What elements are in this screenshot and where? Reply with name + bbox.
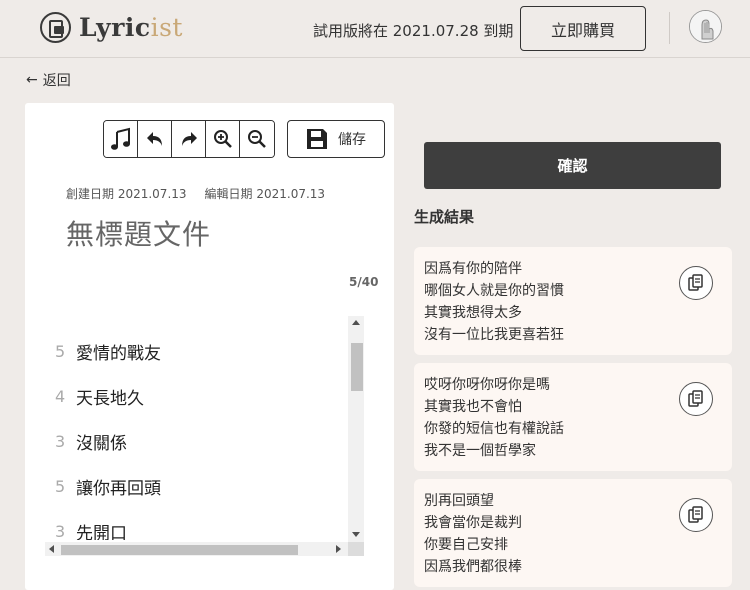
result-lines: 哎呀你呀你呀你是嗎 其實我也不會怕 你發的短信也有權說話 我不是一個哲學家 xyxy=(424,374,564,462)
syllable-count: 5 xyxy=(55,477,66,496)
trial-notice: 試用版將在 2021.07.28 到期 xyxy=(313,22,514,40)
logo-text-accent: ist xyxy=(150,13,183,42)
result-lines: 別再回頭望 我會當你是裁判 你要自己安排 因爲我們都很棒 xyxy=(424,490,522,578)
result-line: 我不是一個哲學家 xyxy=(424,443,536,459)
created-date: 創建日期 2021.07.13 xyxy=(66,187,187,201)
lyric-text: 讓你再回頭 xyxy=(76,479,161,499)
syllable-count: 3 xyxy=(55,432,66,451)
lyric-text: 沒關係 xyxy=(76,434,127,454)
save-button[interactable]: 儲存 xyxy=(287,120,385,158)
copy-button[interactable] xyxy=(679,498,713,532)
scroll-up-icon[interactable] xyxy=(352,320,360,325)
zoom-in-icon xyxy=(213,130,232,148)
redo-button[interactable] xyxy=(172,121,206,157)
logo-text-main: Lyric xyxy=(79,13,151,42)
result-card: 哎呀你呀你呀你是嗎 其實我也不會怕 你發的短信也有權說話 我不是一個哲學家 xyxy=(414,363,732,471)
line-counter: 5/40 xyxy=(349,275,379,289)
horizontal-scroll-thumb[interactable] xyxy=(61,545,298,555)
syllable-count: 3 xyxy=(55,522,66,540)
result-line: 其實我也不會怕 xyxy=(424,399,522,415)
result-line: 哎呀你呀你呀你是嗎 xyxy=(424,377,550,393)
document-title[interactable]: 無標題文件 xyxy=(66,213,211,253)
app-header: Lyricist 試用版將在 2021.07.28 到期 立即購買 xyxy=(0,0,750,58)
syllable-count: 5 xyxy=(55,342,66,361)
arrow-left-icon: ← xyxy=(26,72,38,88)
zoom-out-button[interactable] xyxy=(240,121,274,157)
copy-icon xyxy=(688,390,703,407)
editor-toolbar xyxy=(103,120,275,158)
lyrics-list[interactable]: 5 愛情的戰友 4 天長地久 3 沒關係 5 讓你再回頭 3 先開口 xyxy=(45,316,364,556)
editor-panel: 儲存 創建日期 2021.07.13 編輯日期 2021.07.13 無標題文件… xyxy=(25,103,394,590)
result-line: 別再回頭望 xyxy=(424,493,494,509)
save-icon xyxy=(307,129,327,149)
scroll-left-icon[interactable] xyxy=(49,545,54,553)
horizontal-scrollbar[interactable] xyxy=(45,542,348,556)
lyric-text: 天長地久 xyxy=(76,389,144,409)
edited-date: 編輯日期 2021.07.13 xyxy=(204,187,326,201)
lyrics-list-content: 5 愛情的戰友 4 天長地久 3 沒關係 5 讓你再回頭 3 先開口 xyxy=(45,316,348,540)
redo-icon xyxy=(181,132,197,146)
list-item[interactable]: 5 讓你再回頭 xyxy=(55,474,161,499)
list-item[interactable]: 3 沒關係 xyxy=(55,429,127,454)
document-dates: 創建日期 2021.07.13 編輯日期 2021.07.13 xyxy=(66,185,325,202)
logo-text: Lyricist xyxy=(79,13,183,42)
scroll-corner xyxy=(348,542,364,556)
result-line: 因爲我們都很棒 xyxy=(424,559,522,575)
back-label: 返回 xyxy=(42,73,71,89)
result-line: 哪個女人就是你的習慣 xyxy=(424,283,564,299)
avatar[interactable] xyxy=(689,10,722,43)
result-line: 因爲有你的陪伴 xyxy=(424,261,522,277)
lyric-text: 愛情的戰友 xyxy=(76,344,161,364)
lyric-text: 先開口 xyxy=(76,524,127,540)
music-note-button[interactable] xyxy=(104,121,138,157)
copy-button[interactable] xyxy=(679,266,713,300)
copy-icon xyxy=(688,506,703,523)
confirm-button[interactable]: 確認 xyxy=(424,142,721,189)
back-link[interactable]: ← 返回 xyxy=(26,70,71,90)
list-item[interactable]: 4 天長地久 xyxy=(55,384,144,409)
zoom-in-button[interactable] xyxy=(206,121,240,157)
app-logo[interactable]: Lyricist xyxy=(40,12,183,43)
vertical-scroll-thumb[interactable] xyxy=(351,343,363,391)
syllable-count: 4 xyxy=(55,387,66,406)
result-lines: 因爲有你的陪伴 哪個女人就是你的習慣 其實我想得太多 沒有一位比我更喜若狂 xyxy=(424,258,564,346)
result-line: 沒有一位比我更喜若狂 xyxy=(424,327,564,343)
logo-icon xyxy=(40,12,71,43)
copy-button[interactable] xyxy=(679,382,713,416)
scroll-down-icon[interactable] xyxy=(352,532,360,537)
music-note-icon xyxy=(110,127,130,150)
list-item[interactable]: 3 先開口 xyxy=(55,519,127,540)
result-line: 你要自己安排 xyxy=(424,537,508,553)
result-card: 因爲有你的陪伴 哪個女人就是你的習慣 其實我想得太多 沒有一位比我更喜若狂 xyxy=(414,247,732,355)
result-card: 別再回頭望 我會當你是裁判 你要自己安排 因爲我們都很棒 xyxy=(414,479,732,587)
result-line: 其實我想得太多 xyxy=(424,305,522,321)
user-avatar-icon xyxy=(690,11,721,42)
undo-icon xyxy=(146,132,162,146)
header-divider xyxy=(669,12,670,44)
copy-icon xyxy=(688,274,703,291)
result-line: 你發的短信也有權說話 xyxy=(424,421,564,437)
vertical-scrollbar[interactable] xyxy=(348,316,364,542)
zoom-out-icon xyxy=(248,130,266,148)
list-item[interactable]: 5 愛情的戰友 xyxy=(55,339,161,364)
results-title: 生成結果 xyxy=(414,208,475,226)
save-label: 儲存 xyxy=(338,132,366,148)
result-line: 我會當你是裁判 xyxy=(424,515,522,531)
buy-now-button[interactable]: 立即購買 xyxy=(520,6,646,51)
undo-button[interactable] xyxy=(138,121,172,157)
scroll-right-icon[interactable] xyxy=(336,545,341,553)
